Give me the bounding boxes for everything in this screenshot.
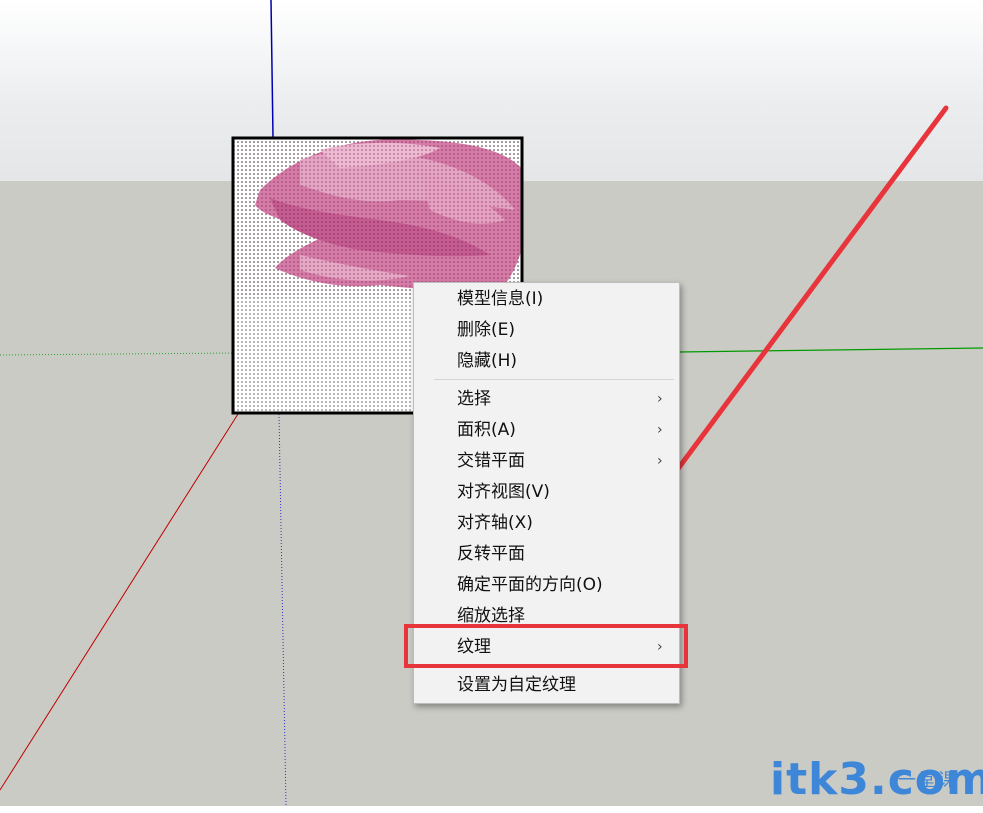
chevron-right-icon: › xyxy=(657,422,663,438)
menu-item-align-axes[interactable]: 对齐轴(X) xyxy=(414,508,679,538)
menu-item-orient-faces[interactable]: 确定平面的方向(O) xyxy=(414,570,679,600)
menu-item-select[interactable]: 选择 › xyxy=(414,384,679,414)
menu-separator xyxy=(434,379,674,380)
menu-item-label: 对齐轴(X) xyxy=(457,513,533,533)
menu-item-intersect-faces[interactable]: 交错平面 › xyxy=(414,446,679,476)
menu-item-label: 确定平面的方向(O) xyxy=(457,575,603,595)
green-axis-dotted xyxy=(0,352,237,356)
blue-axis-dotted xyxy=(278,413,287,807)
watermark: itk3.com 一堂课 xyxy=(770,754,983,810)
menu-item-model-info[interactable]: 模型信息(I) xyxy=(414,284,679,314)
menu-item-hide[interactable]: 隐藏(H) xyxy=(414,346,679,376)
menu-item-delete[interactable]: 删除(E) xyxy=(414,315,679,345)
menu-item-label: 反转平面 xyxy=(457,544,525,564)
blue-axis xyxy=(270,0,274,138)
menu-item-label: 交错平面 xyxy=(457,451,525,471)
green-axis xyxy=(677,347,983,353)
menu-item-make-unique-texture[interactable]: 设置为自定纹理 xyxy=(414,670,679,700)
red-axis xyxy=(0,413,239,791)
menu-item-label: 设置为自定纹理 xyxy=(457,675,576,695)
chevron-right-icon: › xyxy=(657,453,663,469)
rose-texture xyxy=(233,138,522,298)
menu-item-label: 面积(A) xyxy=(457,420,516,440)
watermark-subtitle: 一堂课 xyxy=(898,770,958,791)
menu-item-area[interactable]: 面积(A) › xyxy=(414,415,679,445)
chevron-right-icon: › xyxy=(657,391,663,407)
menu-item-label: 隐藏(H) xyxy=(457,351,518,371)
annotation-highlight-box xyxy=(404,624,688,668)
menu-item-label: 删除(E) xyxy=(457,320,516,340)
menu-item-reverse-faces[interactable]: 反转平面 xyxy=(414,539,679,569)
menu-item-label: 选择 xyxy=(457,389,491,409)
menu-item-label: 对齐视图(V) xyxy=(457,482,550,502)
menu-item-label: 模型信息(I) xyxy=(457,289,544,309)
sketchup-viewport[interactable]: 模型信息(I) 删除(E) 隐藏(H) 选择 › 面积(A) › 交错平面 › … xyxy=(0,0,983,813)
menu-item-align-view[interactable]: 对齐视图(V) xyxy=(414,477,679,507)
